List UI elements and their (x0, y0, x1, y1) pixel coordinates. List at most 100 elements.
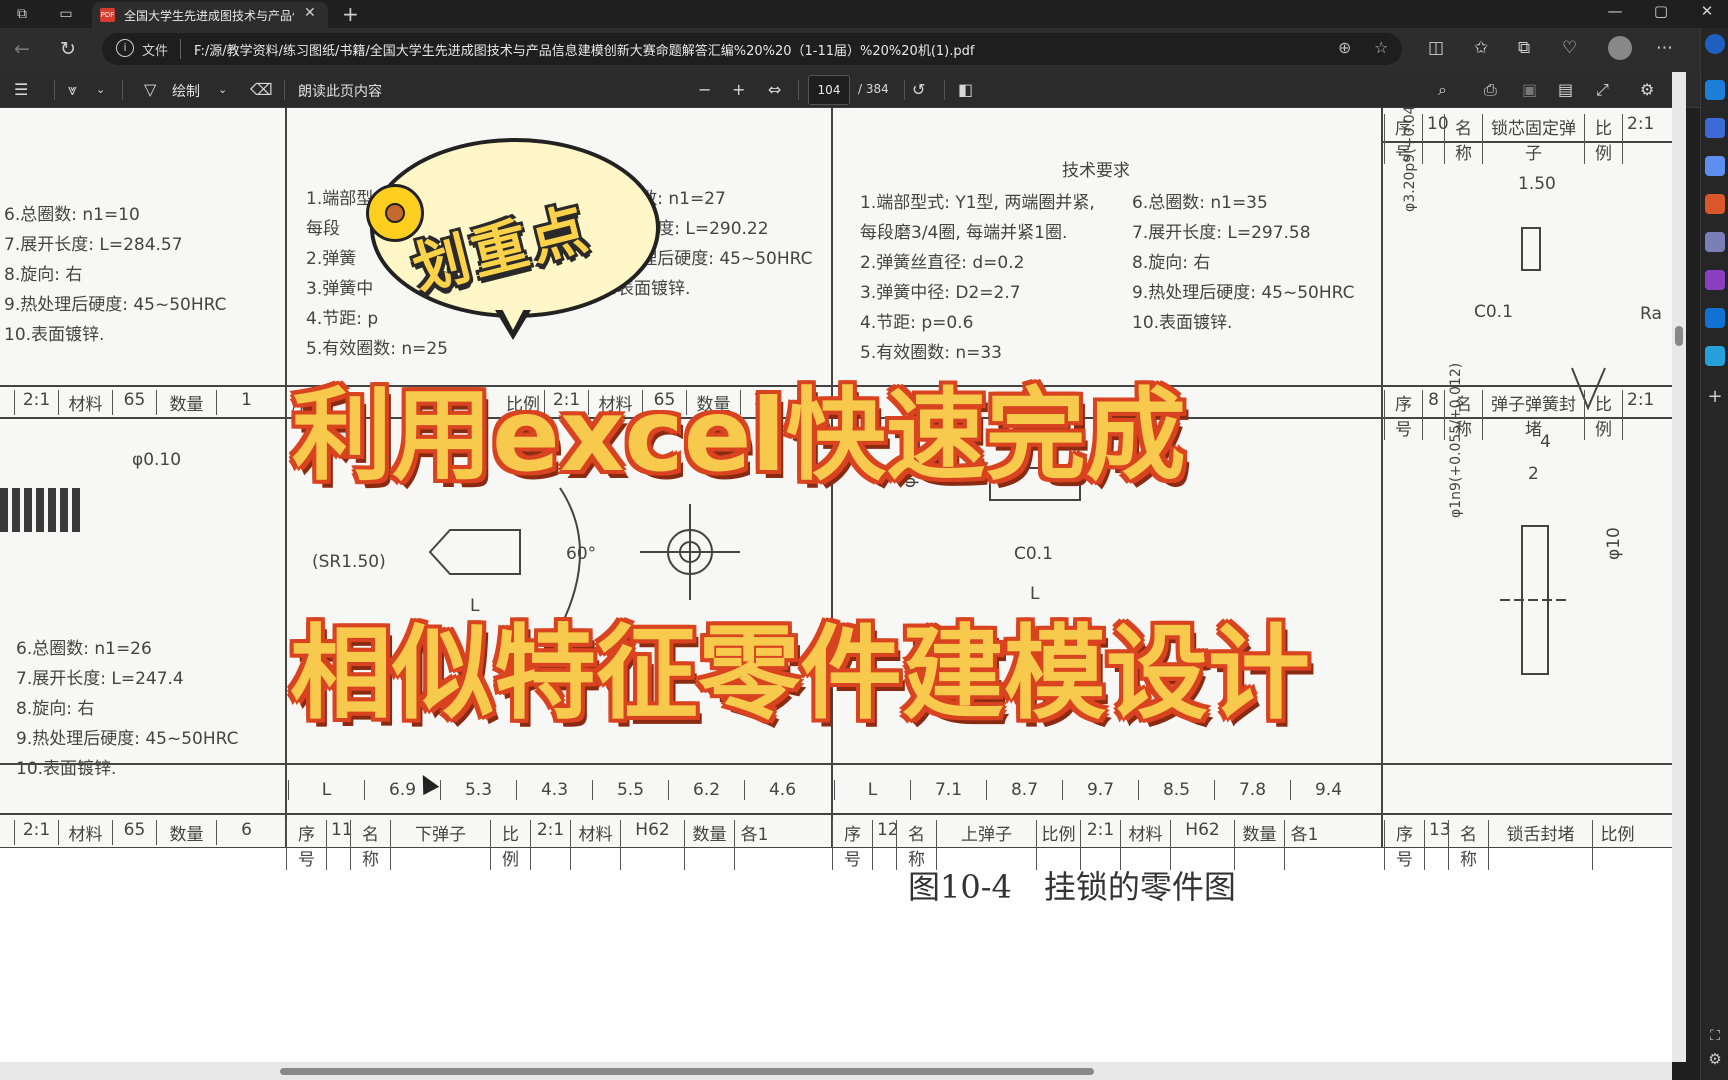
dim-label: Ra (1640, 304, 1662, 324)
games-icon[interactable] (1705, 232, 1725, 252)
pdf-icon: PDF (100, 8, 115, 22)
address-bar-row: ← ↻ i 文件 F:/源/教学资料/练习图纸/书籍/全国大学生先进成图技术与产… (0, 28, 1700, 72)
pdf-toolbar: ☰ ⩔ ⌄ ▽ 绘制 ⌄ ⌫ 朗读此页内容 − + ⇔ 104 / 384 ↺ … (0, 72, 1700, 108)
address-url[interactable]: F:/源/教学资料/练习图纸/书籍/全国大学生先进成图技术与产品信息建模创新大赛… (194, 40, 974, 59)
contents-icon[interactable]: ☰ (14, 80, 28, 99)
drop-icon[interactable] (1705, 346, 1725, 366)
eraser-icon[interactable]: ⌫ (250, 80, 273, 99)
page-view-icon[interactable]: ◧ (958, 80, 973, 99)
draw-button[interactable]: 绘制 (172, 81, 200, 101)
title-row: 序号 10 名称 锁芯固定弹子 比例 2:1 (1384, 114, 1658, 164)
title-row: 2:1 材料 65 数量 6 (14, 820, 276, 845)
rotate-icon[interactable]: ↺ (912, 80, 925, 99)
scroll-thumb[interactable] (280, 1068, 1094, 1075)
workspaces-icon[interactable]: ⧉ (12, 4, 32, 24)
more-icon[interactable]: ⋯ (1656, 38, 1673, 58)
highlight-speech-bubble: 划重点 (366, 138, 660, 340)
title-row: 序号 13 名称 锁舌封堵 比例 (1384, 820, 1642, 870)
add-sidebar-app-icon[interactable]: + (1705, 386, 1725, 407)
page-total: / 384 (858, 82, 889, 96)
settings-icon[interactable]: ⚙ (1640, 80, 1654, 99)
notes-col4: 6.总圈数: n1=35 7.展开长度: L=297.58 8.旋向: 右 9.热处理… (1132, 193, 1355, 333)
favorite-icon[interactable]: ☆ (1374, 38, 1388, 57)
close-window-icon[interactable]: ✕ (1692, 2, 1722, 20)
browser-essentials-icon[interactable]: ♡ (1562, 38, 1577, 58)
microsoft365-icon[interactable] (1705, 270, 1725, 290)
title-row: 序号 8 名称 弹子弹簧封堵 比例 2:1 (1384, 390, 1658, 440)
save-icon[interactable]: ▣ (1522, 80, 1537, 99)
notes-col1: 6.总圈数: n1=10 7.展开长度: L=284.57 8.旋向: 右 9.热处理… (4, 205, 227, 345)
vertical-scrollbar[interactable] (1672, 72, 1686, 1062)
highlight-icon[interactable]: ⩔ (68, 80, 77, 100)
dim-label: (SR1.50) (312, 552, 386, 572)
chevron-down-icon[interactable]: ⌄ (96, 83, 105, 96)
horizontal-scrollbar[interactable] (0, 1062, 1672, 1080)
fit-width-icon[interactable]: ⇔ (768, 80, 781, 99)
tab-title: 全国大学生先进成图技术与产品信 (124, 9, 294, 23)
search-icon[interactable]: ⌕ (1438, 80, 1447, 100)
dim-label: φ1n9(+0.055/+0.012) (1448, 362, 1464, 518)
dim-label: φ10 (1604, 527, 1624, 560)
back-icon[interactable]: ← (14, 38, 30, 60)
title-row: 2:1 材料 65 数量 1 (14, 390, 276, 415)
divider (54, 80, 55, 100)
title-row: 序号 11 名称 下弹子 比例 2:1 材料 H62 数量 各1 (286, 820, 774, 870)
dim-label: 60° (566, 544, 597, 564)
divider (798, 80, 799, 100)
dim-label: 1.50 (1518, 174, 1556, 194)
page-number-input[interactable]: 104 (808, 75, 850, 105)
fullscreen-icon[interactable]: ⤢ (1596, 80, 1609, 100)
address-field[interactable]: i 文件 F:/源/教学资料/练习图纸/书籍/全国大学生先进成图技术与产品信息建… (102, 33, 1402, 65)
pdf-page: 6.总圈数: n1=10 7.展开长度: L=284.57 8.旋向: 右 9.热处理… (0, 108, 1672, 1062)
dimension-table-row: L 7.1 8.7 9.7 8.5 7.8 9.4 (834, 780, 1366, 800)
dimension-table-row: L 6.9 5.3 4.3 5.5 6.2 4.6 (288, 780, 820, 800)
new-tab-icon[interactable]: + (342, 2, 359, 26)
refresh-icon[interactable]: ↻ (60, 38, 76, 60)
dim-label: C0.1 (1474, 302, 1513, 322)
collections-icon[interactable]: ⧉ (1518, 38, 1530, 58)
tab-active[interactable]: PDF 全国大学生先进成图技术与产品信 ✕ (92, 2, 328, 28)
notes-col1b: 6.总圈数: n1=26 7.展开长度: L=247.4 8.旋向: 右 9.热处理后… (16, 639, 239, 779)
scroll-thumb[interactable] (1675, 326, 1683, 346)
copilot-icon[interactable] (1705, 34, 1725, 54)
profile-icon[interactable] (1608, 36, 1632, 60)
save-as-icon[interactable]: ▤ (1558, 80, 1573, 99)
shopping-icon[interactable] (1705, 156, 1725, 176)
zoom-out-icon[interactable]: − (698, 80, 711, 99)
file-label: 文件 (142, 44, 169, 59)
edge-sidebar: + ⛶ ⚙ (1700, 28, 1728, 1080)
dim-label: 2 (1528, 464, 1539, 484)
favorites-icon[interactable]: ✩ (1474, 38, 1488, 58)
info-icon[interactable]: i (116, 39, 134, 57)
divider (180, 39, 181, 59)
dim-label: C0.1 (1014, 544, 1053, 564)
divider (904, 80, 905, 100)
divider (284, 80, 285, 100)
tab-actions-icon[interactable]: ▭ (56, 4, 76, 24)
headline-line-1: 利用excel快速完成 (292, 377, 1186, 494)
search-sidebar-icon[interactable] (1705, 118, 1725, 138)
zoom-icon[interactable]: ⊕ (1338, 38, 1351, 57)
tools-icon[interactable] (1705, 194, 1725, 214)
read-aloud-button[interactable]: 朗读此页内容 (298, 81, 382, 101)
headline-line-2: 相似特征零件建模设计 (290, 615, 1310, 734)
minimize-icon[interactable]: — (1600, 2, 1630, 20)
screenshot-icon[interactable]: ⛶ (1705, 1028, 1725, 1048)
bubble-tail-fill (500, 305, 526, 330)
chevron-down-icon[interactable]: ⌄ (218, 83, 227, 96)
print-icon[interactable]: ⎙ (1484, 80, 1497, 100)
close-tab-icon[interactable]: ✕ (304, 5, 316, 21)
divider (944, 80, 945, 100)
tech-req-title: 技术要求 (1062, 161, 1130, 181)
split-screen-icon[interactable]: ◫ (1428, 38, 1444, 58)
notes-col3: 1.端部型式: Y1型, 两端圈并紧, 每段磨3/4圈, 每端并紧1圈. 2.弹簧丝… (860, 193, 1095, 363)
divider (122, 80, 123, 100)
zoom-in-icon[interactable]: + (732, 80, 745, 99)
draw-icon[interactable]: ▽ (144, 80, 156, 99)
notifications-icon[interactable] (1705, 80, 1725, 100)
sidebar-settings-icon[interactable]: ⚙ (1705, 1050, 1725, 1070)
dim-label: φ0.10 (132, 450, 182, 470)
figure-caption: 图10-4 挂锁的零件图 (908, 868, 1236, 906)
maximize-icon[interactable]: ▢ (1646, 2, 1676, 20)
outlook-icon[interactable] (1705, 308, 1725, 328)
